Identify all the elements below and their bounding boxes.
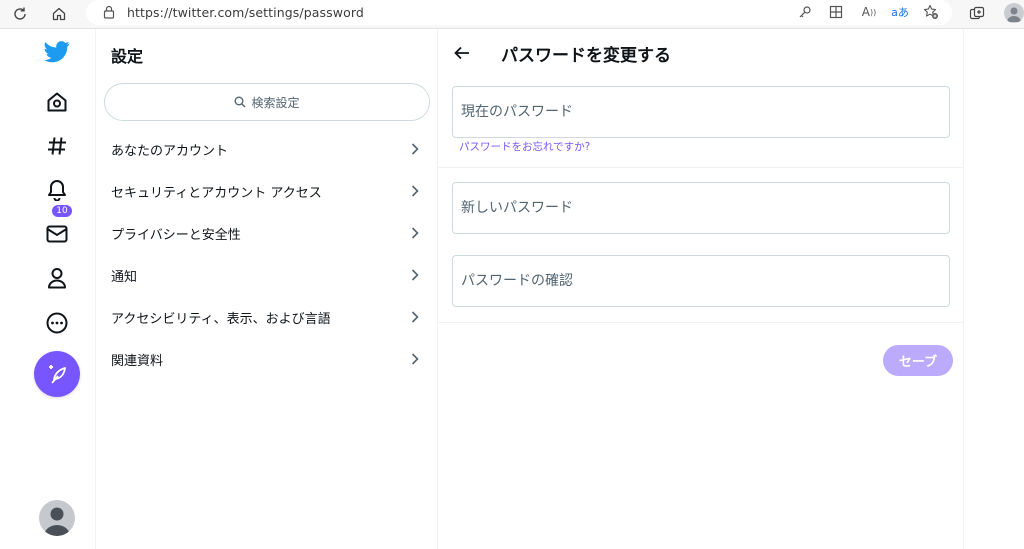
settings-search-input[interactable]: 検索設定 (104, 83, 430, 121)
chevron-right-icon (408, 225, 422, 241)
settings-item-label: あなたのアカウント (111, 143, 229, 159)
settings-item-accessibility[interactable]: アクセシビリティ、表示、および言語 (97, 296, 438, 338)
settings-column: 設定 検索設定 あなたのアカウント セキュリティとアカウント アクセス プライバ… (97, 29, 438, 549)
feather-plus-icon (49, 365, 66, 384)
settings-item-label: セキュリティとアカウント アクセス (111, 185, 322, 201)
chevron-right-icon (408, 141, 422, 157)
settings-item-resources[interactable]: 関連資料 (97, 338, 438, 380)
browser-profile-avatar[interactable] (1004, 3, 1024, 23)
settings-title: 設定 (111, 47, 144, 66)
primary-nav: 10 (0, 29, 96, 549)
divider (438, 167, 964, 168)
explore-hashtag-icon[interactable] (43, 132, 71, 160)
address-url[interactable]: https://twitter.com/settings/password (127, 5, 364, 20)
collections-icon[interactable] (966, 3, 988, 25)
confirm-password-input[interactable] (453, 256, 949, 306)
home-icon[interactable] (48, 3, 70, 25)
new-password-field[interactable] (452, 182, 950, 234)
lock-icon[interactable] (100, 3, 118, 21)
chevron-right-icon (408, 351, 422, 367)
browser-toolbar: https://twitter.com/settings/password A)… (0, 0, 1024, 29)
chevron-right-icon (408, 183, 422, 199)
change-password-panel: パスワードを変更する パスワードをお忘れですか? セーブ (438, 29, 964, 549)
home-nav-icon[interactable] (43, 88, 71, 116)
current-password-input[interactable] (453, 87, 949, 137)
messages-envelope-icon[interactable] (43, 220, 71, 248)
compose-tweet-button[interactable] (34, 351, 80, 397)
settings-item-label: プライバシーと安全性 (111, 227, 241, 243)
back-arrow-icon[interactable] (452, 43, 472, 63)
settings-item-privacy[interactable]: プライバシーと安全性 (97, 212, 438, 254)
settings-item-label: 関連資料 (111, 353, 164, 369)
settings-item-your-account[interactable]: あなたのアカウント (97, 128, 438, 170)
page-title: パスワードを変更する (501, 46, 671, 66)
key-icon[interactable] (795, 2, 815, 22)
search-icon (234, 96, 246, 108)
account-avatar[interactable] (39, 500, 75, 536)
apps-icon[interactable] (826, 2, 846, 22)
current-password-field[interactable] (452, 86, 950, 138)
notifications-bell-icon[interactable] (43, 176, 71, 204)
more-options-icon[interactable] (43, 309, 71, 337)
twitter-logo-icon[interactable] (43, 38, 71, 66)
search-placeholder: 検索設定 (251, 95, 300, 110)
settings-item-label: 通知 (111, 269, 138, 285)
notification-count-badge: 10 (51, 204, 73, 218)
settings-item-label: アクセシビリティ、表示、および言語 (111, 311, 331, 327)
forgot-password-link[interactable]: パスワードをお忘れですか? (459, 139, 590, 154)
profile-person-icon[interactable] (43, 264, 71, 292)
read-aloud-icon[interactable]: A)) (859, 2, 879, 22)
new-password-input[interactable] (453, 183, 949, 233)
refresh-icon[interactable] (9, 3, 31, 25)
confirm-password-field[interactable] (452, 255, 950, 307)
settings-item-notifications[interactable]: 通知 (97, 254, 438, 296)
address-bar[interactable]: https://twitter.com/settings/password A)… (86, 0, 952, 25)
save-button[interactable]: セーブ (883, 345, 953, 376)
divider (438, 322, 964, 323)
favorite-add-icon[interactable] (921, 2, 941, 22)
settings-item-security[interactable]: セキュリティとアカウント アクセス (97, 170, 438, 212)
translate-icon[interactable]: aあ (890, 2, 910, 22)
chevron-right-icon (408, 309, 422, 325)
chevron-right-icon (408, 267, 422, 283)
